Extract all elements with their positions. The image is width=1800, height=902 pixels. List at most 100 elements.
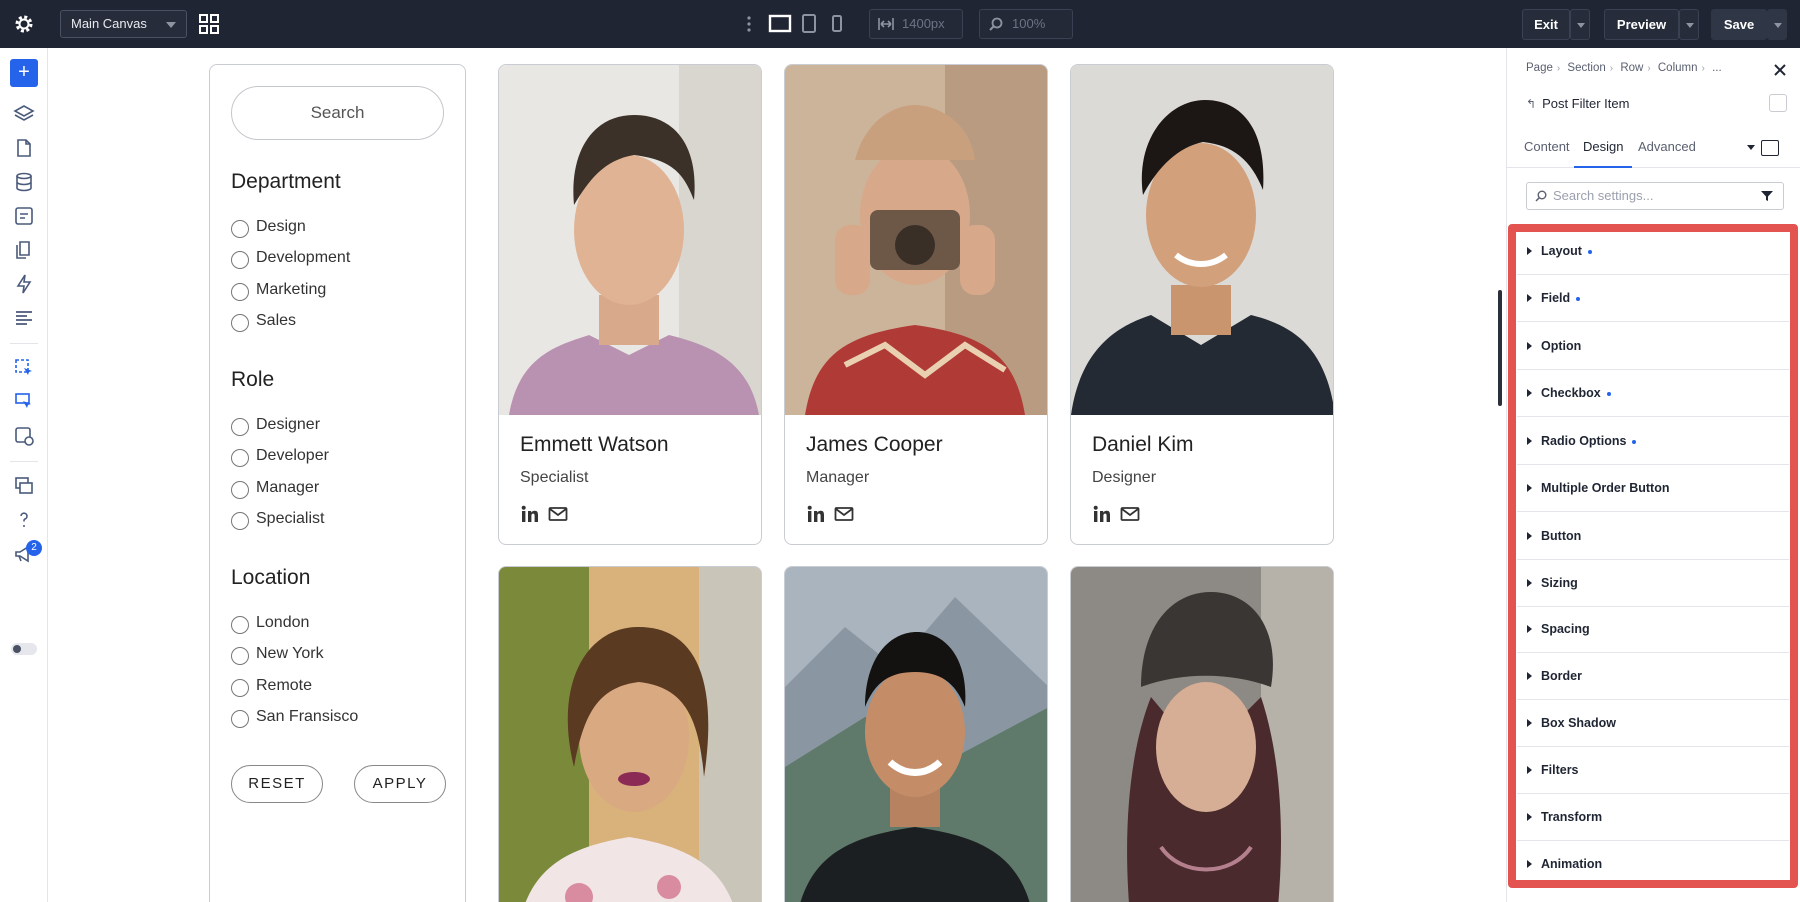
filter-search-button[interactable]: Search: [231, 86, 444, 140]
tab-content[interactable]: Content: [1524, 132, 1570, 168]
radio-button[interactable]: [231, 512, 249, 530]
filter-option-label: Marketing: [256, 281, 327, 298]
canvas-width-field[interactable]: 1400px: [869, 9, 963, 39]
zoom-field[interactable]: 100%: [979, 9, 1073, 39]
settings-search-input[interactable]: Search settings...: [1526, 182, 1784, 210]
device-preview-icon[interactable]: [1761, 140, 1779, 156]
breadcrumb-item[interactable]: ...: [1712, 62, 1722, 74]
settings-group-border[interactable]: Border: [1517, 653, 1789, 700]
layers-icon[interactable]: [13, 103, 35, 125]
settings-group-label: Box Shadow: [1541, 716, 1617, 730]
radio-button[interactable]: [231, 314, 249, 332]
add-element-button[interactable]: +: [10, 59, 38, 87]
email-icon[interactable]: [1120, 504, 1140, 524]
zoom-icon: [989, 17, 1003, 31]
reset-button[interactable]: RESET: [231, 765, 323, 803]
exit-options-button[interactable]: [1570, 9, 1590, 40]
lightning-icon[interactable]: [13, 273, 35, 295]
team-card[interactable]: [1070, 566, 1334, 902]
radio-button[interactable]: [231, 616, 249, 634]
forms-icon[interactable]: [13, 205, 35, 227]
settings-group-option[interactable]: Option: [1517, 323, 1789, 370]
linkedin-icon[interactable]: [520, 504, 540, 524]
team-card[interactable]: Emmett Watson Specialist: [498, 64, 762, 545]
save-button[interactable]: Save: [1711, 9, 1767, 40]
theme-toggle[interactable]: [11, 643, 37, 655]
card-name: Emmett Watson: [520, 433, 669, 456]
settings-group-radio-options[interactable]: Radio Options: [1517, 418, 1789, 465]
canvas-select[interactable]: Main Canvas: [60, 10, 187, 38]
help-icon[interactable]: [13, 509, 35, 531]
preview-options-button[interactable]: [1679, 9, 1699, 40]
linkedin-icon[interactable]: [806, 504, 826, 524]
settings-group-spacing[interactable]: Spacing: [1517, 606, 1789, 653]
radio-button[interactable]: [231, 679, 249, 697]
breadcrumb-item[interactable]: Row: [1620, 62, 1643, 74]
radio-button[interactable]: [231, 251, 249, 269]
settings-group-sizing[interactable]: Sizing: [1517, 560, 1789, 607]
email-icon[interactable]: [834, 504, 854, 524]
radio-button[interactable]: [231, 647, 249, 665]
breadcrumb-item[interactable]: Column: [1658, 62, 1698, 74]
modified-indicator: [1606, 391, 1611, 396]
settings-group-box-shadow[interactable]: Box Shadow: [1517, 700, 1789, 747]
radio-button[interactable]: [231, 481, 249, 499]
settings-group-transform[interactable]: Transform: [1517, 794, 1789, 841]
settings-group-animation[interactable]: Animation: [1517, 841, 1789, 888]
close-icon[interactable]: [1773, 63, 1787, 77]
radio-button[interactable]: [231, 220, 249, 238]
radio-button[interactable]: [231, 449, 249, 467]
breadcrumb-item[interactable]: Page: [1526, 62, 1553, 74]
select-pointer-icon[interactable]: [13, 357, 35, 379]
data-link-icon[interactable]: [13, 425, 35, 447]
settings-group-button[interactable]: Button: [1517, 513, 1789, 560]
chevron-right-icon: ›: [1556, 63, 1561, 74]
mobile-icon[interactable]: [830, 13, 844, 35]
settings-group-multiple-order-button[interactable]: Multiple Order Button: [1517, 465, 1789, 512]
tab-design[interactable]: Design: [1574, 132, 1633, 168]
gear-icon[interactable]: [12, 12, 36, 36]
canvas-scroll-handle[interactable]: [1498, 290, 1502, 406]
modified-indicator: [1632, 439, 1637, 444]
team-card[interactable]: James Cooper Manager: [784, 64, 1048, 545]
tab-advanced[interactable]: Advanced: [1638, 132, 1696, 168]
team-card[interactable]: [784, 566, 1048, 902]
responsive-toggle-icon[interactable]: [1769, 94, 1787, 112]
database-icon[interactable]: [13, 171, 35, 193]
desktop-icon[interactable]: [768, 13, 792, 35]
team-card[interactable]: Daniel Kim Designer: [1070, 64, 1334, 545]
save-options-button[interactable]: [1767, 9, 1787, 40]
preview-button[interactable]: Preview: [1604, 9, 1679, 40]
grid-icon[interactable]: [198, 13, 220, 35]
toolbar-divider: [10, 343, 38, 344]
breadcrumb-item[interactable]: Section: [1567, 62, 1605, 74]
toolbar-divider: [10, 461, 38, 462]
settings-group-layout[interactable]: Layout: [1517, 228, 1789, 275]
filter-option-label: New York: [256, 645, 324, 662]
caret-right-icon: [1527, 719, 1532, 727]
team-card[interactable]: [498, 566, 762, 902]
radio-button[interactable]: [231, 418, 249, 436]
more-vertical-icon[interactable]: [745, 14, 753, 34]
stack-icon[interactable]: [13, 475, 35, 497]
email-icon[interactable]: [548, 504, 568, 524]
radio-button[interactable]: [231, 283, 249, 301]
radio-button[interactable]: [231, 710, 249, 728]
pages-icon[interactable]: [13, 137, 35, 159]
exit-button[interactable]: Exit: [1522, 9, 1570, 40]
back-arrow-icon[interactable]: ↰: [1526, 97, 1536, 111]
filter-icon[interactable]: [1761, 190, 1773, 202]
profile-photo: [1071, 567, 1333, 902]
settings-group-filters[interactable]: Filters: [1517, 747, 1789, 794]
templates-icon[interactable]: [13, 239, 35, 261]
linkedin-icon[interactable]: [1092, 504, 1112, 524]
filter-option-label: Designer: [256, 416, 321, 433]
caret-right-icon: [1527, 247, 1532, 255]
multi-select-icon[interactable]: [13, 391, 35, 413]
settings-group-checkbox[interactable]: Checkbox: [1517, 370, 1789, 417]
chevron-down-icon[interactable]: [1747, 145, 1755, 150]
apply-button[interactable]: APPLY: [354, 765, 446, 803]
tablet-icon[interactable]: [800, 13, 818, 35]
settings-group-field[interactable]: Field: [1517, 275, 1789, 322]
list-icon[interactable]: [13, 307, 35, 329]
